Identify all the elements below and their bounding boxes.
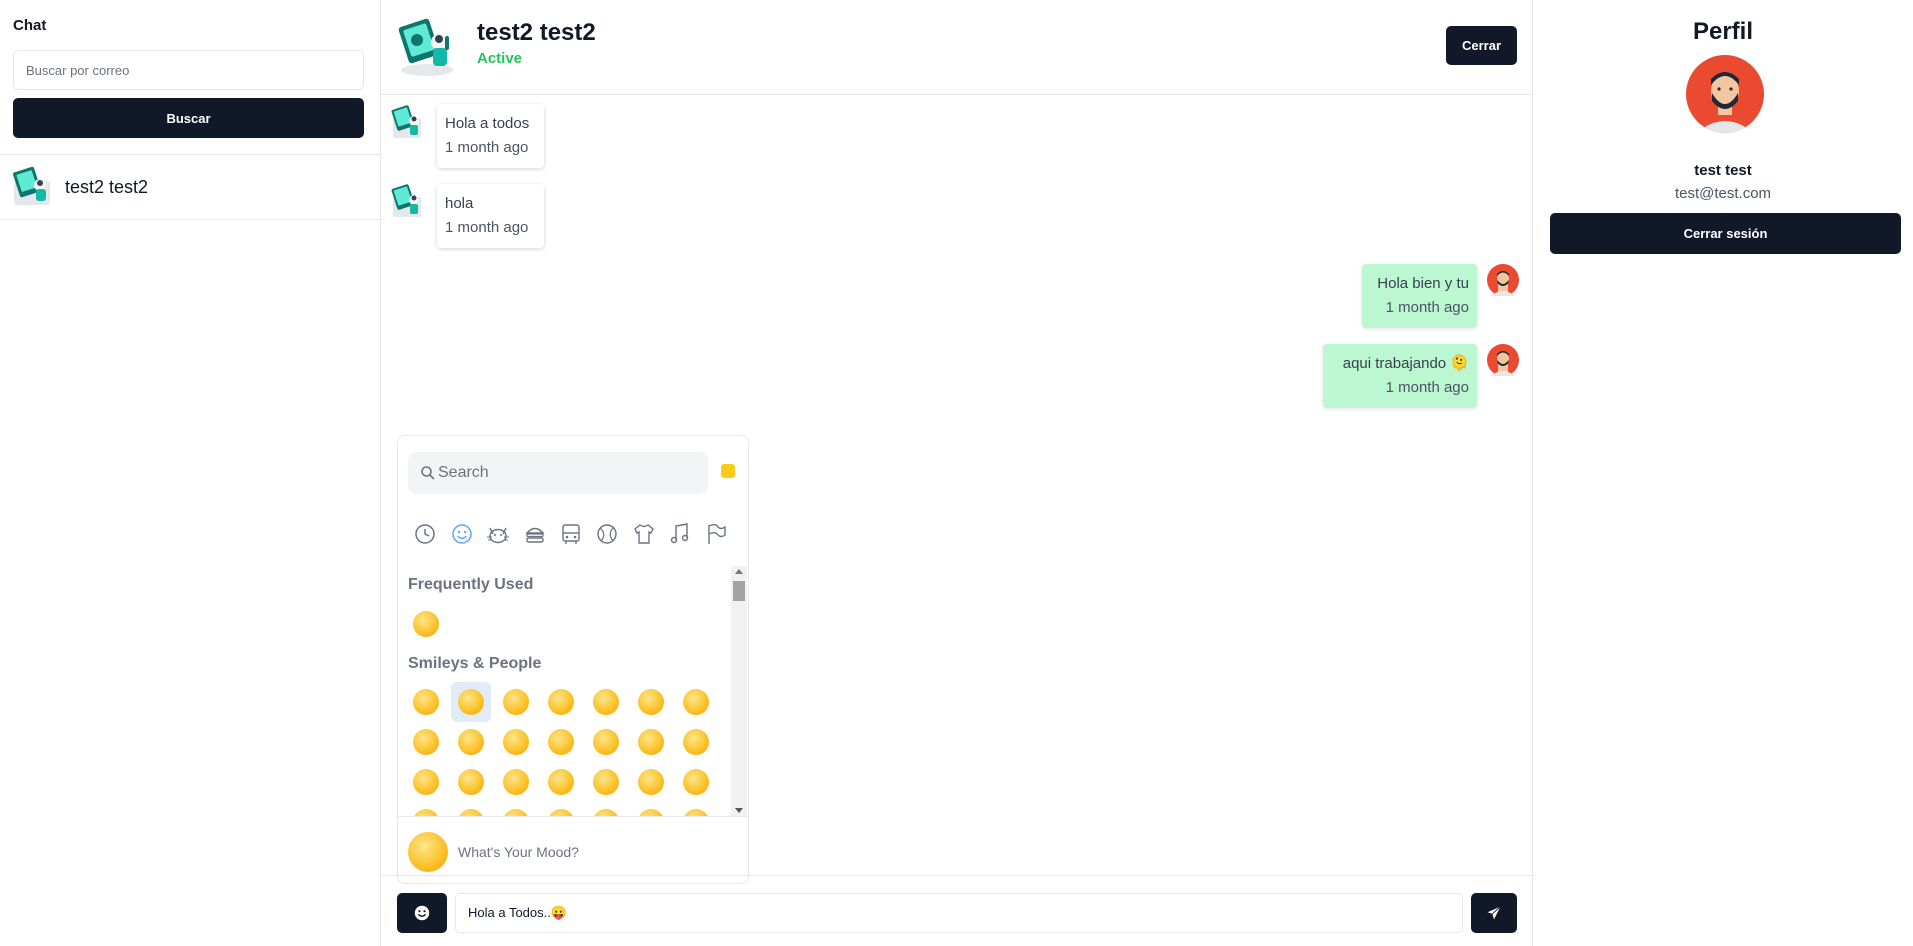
search-button[interactable]: Buscar	[13, 98, 364, 138]
message-avatar	[389, 104, 425, 140]
emoji-star-struck[interactable]	[496, 762, 536, 802]
emoji-picker-preview: What's Your Mood?	[398, 816, 748, 883]
emoji-slight-smile[interactable]	[451, 722, 491, 762]
contact-avatar	[10, 165, 54, 209]
profile-name: test test	[1694, 162, 1752, 179]
logout-button[interactable]: Cerrar sesión	[1550, 213, 1901, 254]
sidebar-title: Chat	[13, 17, 47, 34]
emoji-list: Frequently Used Smileys & People	[398, 566, 731, 816]
smileys-icon[interactable]	[449, 521, 475, 547]
message-bubble-incoming: hola 1 month ago	[437, 184, 544, 248]
emoji-sweat-smile[interactable]	[631, 682, 671, 722]
emoji-melting[interactable]	[541, 722, 581, 762]
emoji-grinning[interactable]	[406, 682, 446, 722]
emoji-picker: Frequently Used Smileys & People	[397, 435, 749, 884]
emoji-list-scrollbar[interactable]	[731, 566, 747, 816]
emoji-kissing-heart[interactable]	[541, 762, 581, 802]
emoji-smile[interactable]	[496, 682, 536, 722]
emoji-smiling-hearts[interactable]	[406, 762, 446, 802]
recent-icon[interactable]	[412, 521, 438, 547]
profile-title: Perfil	[1692, 18, 1754, 45]
emoji-search-input[interactable]	[438, 452, 698, 494]
chat-contact-status: Active	[477, 50, 523, 67]
message-text: hola	[445, 195, 474, 212]
emoji-relaxed[interactable]	[631, 762, 671, 802]
emoji-cell[interactable]	[451, 802, 491, 816]
emoji-joy[interactable]	[406, 722, 446, 762]
profile-panel: Perfil test test test@test.com Cerrar se…	[1533, 0, 1913, 946]
message-input[interactable]	[455, 893, 1463, 933]
message-time: 1 month ago	[445, 139, 529, 156]
emoji-cell[interactable]	[631, 802, 671, 816]
section-title-smileys: Smileys & People	[408, 655, 542, 672]
send-icon	[1487, 906, 1501, 920]
contact-name: test2 test2	[65, 177, 149, 197]
message-avatar	[389, 183, 425, 219]
food-icon[interactable]	[522, 521, 548, 547]
message-avatar-self	[1487, 264, 1519, 296]
emoji-cell[interactable]	[406, 802, 446, 816]
emoji-smiley[interactable]	[406, 604, 446, 644]
message-bubble-outgoing: Hola bien y tu 1 month ago	[1362, 264, 1477, 328]
preview-text: What's Your Mood?	[458, 844, 579, 860]
emoji-wink[interactable]	[586, 722, 626, 762]
message-bubble-outgoing: aqui trabajando 🫠 1 month ago	[1323, 344, 1477, 408]
contact-item[interactable]: test2 test2	[0, 155, 381, 220]
symbols-icon[interactable]	[667, 521, 693, 547]
animals-icon[interactable]	[485, 521, 511, 547]
profile-avatar	[1686, 55, 1764, 133]
scrollbar-thumb[interactable]	[733, 581, 745, 601]
message-text: Hola bien y tu	[1377, 275, 1469, 292]
message-bubble-incoming: Hola a todos 1 month ago	[437, 104, 544, 168]
emoji-kissing[interactable]	[586, 762, 626, 802]
emoji-cell[interactable]	[496, 802, 536, 816]
chat-header: test2 test2 Active Cerrar	[381, 0, 1533, 95]
message-text: aqui trabajando 🫠	[1342, 355, 1469, 372]
emoji-laughing[interactable]	[586, 682, 626, 722]
close-chat-button[interactable]: Cerrar	[1446, 26, 1517, 65]
emoji-search-box	[408, 452, 708, 494]
message-time: 1 month ago	[1385, 299, 1469, 316]
message-time: 1 month ago	[445, 219, 529, 236]
scroll-down-arrow[interactable]	[735, 808, 743, 813]
profile-email: test@test.com	[1674, 185, 1772, 202]
message-time: 1 month ago	[1385, 379, 1469, 396]
emoji-kissing-closed-eyes[interactable]	[676, 762, 716, 802]
skin-tone-selector[interactable]	[721, 464, 735, 478]
chat-contact-name: test2 test2	[477, 19, 596, 46]
search-input[interactable]	[13, 50, 364, 90]
activity-icon[interactable]	[594, 521, 620, 547]
emoji-smiley-highlighted[interactable]	[451, 682, 491, 722]
send-button[interactable]	[1471, 893, 1517, 933]
travel-icon[interactable]	[558, 521, 584, 547]
emoji-blush[interactable]	[631, 722, 671, 762]
emoji-grin[interactable]	[541, 682, 581, 722]
emoji-cell[interactable]	[676, 802, 716, 816]
emoji-cell[interactable]	[586, 802, 626, 816]
emoji-heart-eyes[interactable]	[451, 762, 491, 802]
smiley-icon	[414, 905, 430, 921]
message-avatar-self	[1487, 344, 1519, 376]
message-text: Hola a todos	[445, 115, 530, 132]
sidebar: Chat Buscar test2 test2	[0, 0, 381, 946]
emoji-category-bar	[412, 521, 742, 551]
chat-contact-avatar	[395, 14, 459, 78]
emoji-cell[interactable]	[541, 802, 581, 816]
emoji-rofl[interactable]	[676, 682, 716, 722]
message-composer	[381, 875, 1533, 946]
preview-smiley-icon	[408, 832, 448, 872]
search-icon	[421, 466, 435, 480]
objects-icon[interactable]	[631, 521, 657, 547]
emoji-innocent[interactable]	[676, 722, 716, 762]
scroll-up-arrow[interactable]	[735, 569, 743, 574]
flags-icon[interactable]	[703, 521, 729, 547]
section-title-frequent: Frequently Used	[408, 576, 534, 593]
emoji-toggle-button[interactable]	[397, 893, 447, 933]
emoji-upside-down[interactable]	[496, 722, 536, 762]
chat-panel: test2 test2 Active Cerrar Hola a todos 1…	[381, 0, 1533, 946]
